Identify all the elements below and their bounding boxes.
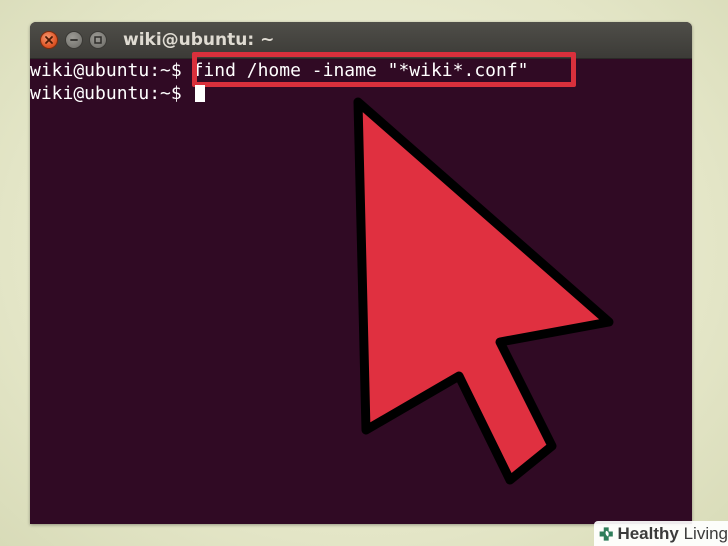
maximize-button[interactable] — [89, 31, 107, 49]
watermark-bold: Healthy — [617, 523, 679, 543]
minimize-icon — [70, 39, 78, 41]
window-title: wiki@ubuntu: ~ — [123, 30, 275, 50]
text-cursor — [194, 85, 205, 102]
minimize-button[interactable] — [65, 31, 83, 49]
terminal-line: wiki@ubuntu:~$ — [30, 82, 205, 106]
watermark-light: Living — [678, 523, 728, 543]
plus-leaf-icon — [599, 526, 613, 541]
terminal-window: wiki@ubuntu: ~ wiki@ubuntu:~$ find /home… — [30, 22, 692, 524]
watermark-text: Healthy Living — [617, 524, 728, 544]
shell-prompt: wiki@ubuntu:~$ — [30, 83, 193, 104]
terminal-output[interactable]: wiki@ubuntu:~$ find /home -iname "*wiki*… — [30, 52, 692, 524]
maximize-icon — [94, 36, 102, 44]
close-icon — [45, 36, 53, 44]
watermark: Healthy Living — [594, 521, 728, 546]
shell-prompt: wiki@ubuntu:~$ — [30, 60, 193, 81]
close-button[interactable] — [40, 31, 58, 49]
command-highlight-box — [192, 52, 576, 87]
